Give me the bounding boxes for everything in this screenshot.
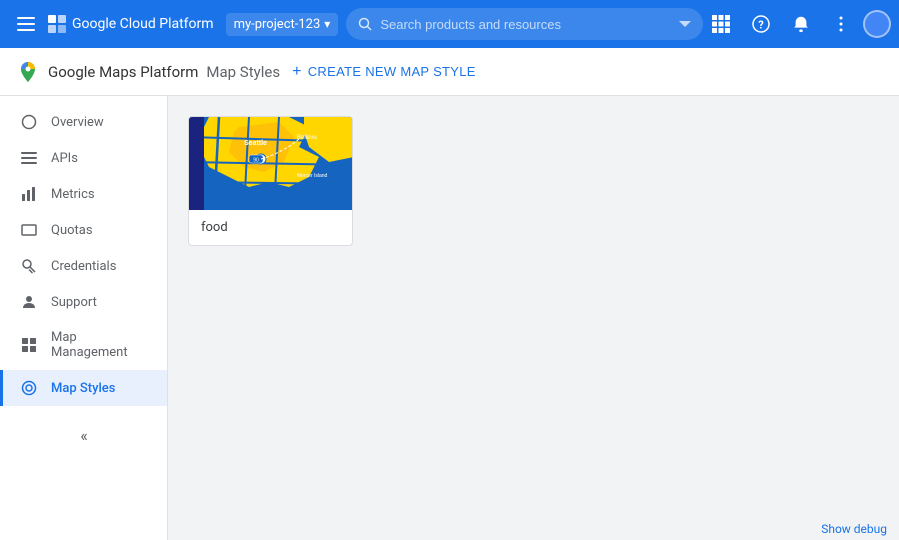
sidebar: Overview APIs Metrics <box>0 96 168 540</box>
svg-text:90: 90 <box>253 158 259 164</box>
map-styles-icon <box>19 380 39 396</box>
map-style-label: food <box>189 210 352 245</box>
main-layout: Overview APIs Metrics <box>0 96 899 540</box>
help-icon-button[interactable]: ? <box>743 6 779 42</box>
collapse-sidebar-button[interactable]: « <box>0 418 168 453</box>
page-title: Map Styles <box>206 63 280 81</box>
search-icon <box>358 17 372 31</box>
map-preview-svg: Seattle Bellevu 90 Mercer Island <box>189 117 353 210</box>
quotas-icon <box>19 222 39 238</box>
sidebar-item-map-styles[interactable]: Map Styles <box>0 370 167 406</box>
bottombar[interactable]: Show debug <box>809 518 899 540</box>
map-management-icon <box>19 337 39 353</box>
topbar-title: Google Cloud Platform <box>48 15 214 33</box>
menu-icon[interactable] <box>8 6 44 42</box>
support-icon <box>19 294 39 310</box>
topbar: Google Cloud Platform my-project-123 ▾ <box>0 0 899 48</box>
maps-logo-icon <box>16 60 40 84</box>
credentials-icon <box>19 258 39 274</box>
svg-text:Seattle: Seattle <box>244 140 267 147</box>
sidebar-item-apis[interactable]: APIs <box>0 140 167 176</box>
search-bar[interactable] <box>346 8 703 40</box>
sidebar-item-support[interactable]: Support <box>0 284 167 320</box>
notifications-icon-button[interactable] <box>783 6 819 42</box>
grid-icon-button[interactable] <box>703 6 739 42</box>
main-content: Seattle Bellevu 90 Mercer Island food <box>168 96 899 540</box>
sidebar-item-metrics[interactable]: Metrics <box>0 176 167 212</box>
sidebar-item-overview[interactable]: Overview <box>0 104 167 140</box>
overview-icon <box>19 114 39 130</box>
create-new-map-style-button[interactable]: + CREATE NEW MAP STYLE <box>280 57 488 87</box>
svg-text:Bellevu: Bellevu <box>297 135 317 141</box>
topbar-actions: ? <box>703 6 891 42</box>
svg-text:Mercer Island: Mercer Island <box>297 173 328 179</box>
search-dropdown-icon[interactable] <box>679 18 691 30</box>
subheader: Google Maps Platform Map Styles + CREATE… <box>0 48 899 96</box>
map-style-card-food[interactable]: Seattle Bellevu 90 Mercer Island food <box>188 116 353 246</box>
search-input[interactable] <box>380 17 679 32</box>
sidebar-item-quotas[interactable]: Quotas <box>0 212 167 248</box>
chevron-down-icon: ▾ <box>324 17 330 31</box>
project-selector[interactable]: my-project-123 ▾ <box>226 13 339 36</box>
metrics-icon <box>19 186 39 202</box>
sidebar-item-map-management[interactable]: Map Management <box>0 320 167 370</box>
more-icon-button[interactable] <box>823 6 859 42</box>
product-logo: Google Maps Platform <box>16 60 198 84</box>
create-icon: + <box>292 63 302 81</box>
apis-icon <box>19 150 39 166</box>
svg-text:?: ? <box>758 19 764 32</box>
collapse-icon: « <box>80 426 88 445</box>
map-preview: Seattle Bellevu 90 Mercer Island <box>189 117 353 210</box>
sidebar-item-credentials[interactable]: Credentials <box>0 248 167 284</box>
avatar[interactable] <box>863 10 891 38</box>
